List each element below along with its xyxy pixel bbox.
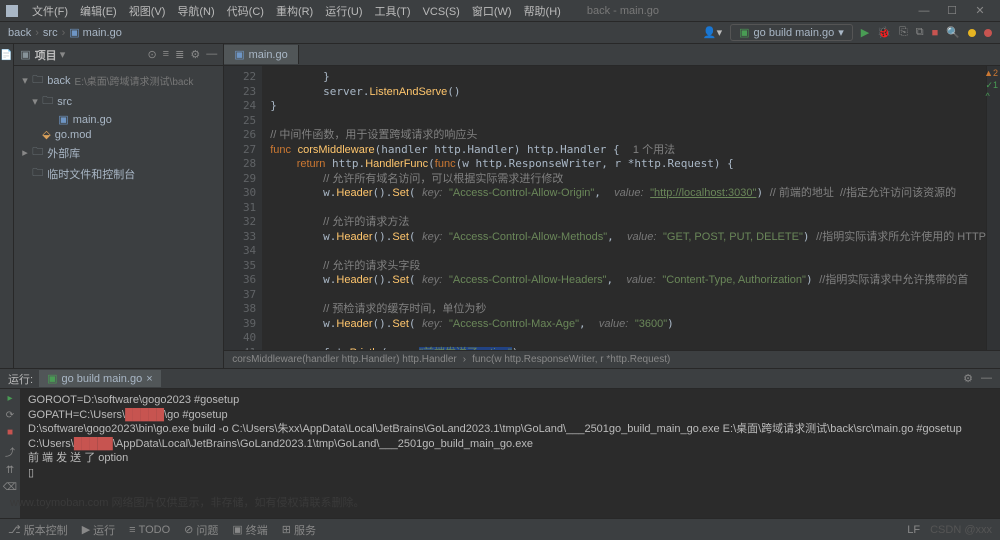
menu-item[interactable]: 导航(N) <box>171 6 220 18</box>
menu-item[interactable]: 编辑(E) <box>74 6 123 18</box>
run-config-label: go build main.go <box>754 27 835 39</box>
status-bar: ⎇ 版本控制 ▶ 运行 ≡ TODO ⊘ 问题 ▣ 终端 ⊞ 服务 LF CSD… <box>0 518 1000 540</box>
menu-item[interactable]: VCS(S) <box>417 6 466 18</box>
minimize-button[interactable]: — <box>910 5 938 17</box>
pane-title: 项目 <box>35 47 57 63</box>
tree-node[interactable]: ▾🗀src <box>14 91 223 112</box>
user-icon[interactable]: 👤▾ <box>703 26 722 39</box>
passed-badge[interactable]: ✓1 ^ <box>985 80 998 101</box>
run-icon: ▣ <box>739 26 749 39</box>
stop-button[interactable]: ■ <box>7 427 13 438</box>
error-stripe[interactable]: ▲2 ✓1 ^ <box>986 66 1000 350</box>
app-logo <box>6 5 18 17</box>
tab-label: main.go <box>249 49 288 61</box>
watermark: CSDN @xxx <box>930 524 992 536</box>
run-tool-window: 运行: ▣ go build main.go × ⚙ — ▸ ⟳ ■ ⤴ ⇈ ⌫… <box>0 368 1000 518</box>
search-everywhere-button[interactable]: 🔍 <box>946 26 960 39</box>
run-toolbar: ▸ ⟳ ■ ⤴ ⇈ ⌫ <box>0 389 20 518</box>
update-badge[interactable] <box>968 29 976 37</box>
stop-button[interactable]: ■ <box>932 27 939 39</box>
attach-button[interactable]: ⟳ <box>6 410 14 421</box>
vcs-tool-button[interactable]: ⎇ 版本控制 <box>8 522 68 538</box>
close-icon[interactable]: × <box>146 373 152 385</box>
hide-icon[interactable]: — <box>206 48 217 61</box>
warnings-badge[interactable]: ▲2 <box>984 68 998 78</box>
code-breadcrumb: corsMiddleware(handler http.Handler) htt… <box>224 350 1000 368</box>
run-button[interactable]: ▶ <box>861 26 869 39</box>
exit-button[interactable]: ⤴ <box>5 444 15 459</box>
code-editor[interactable]: } server.ListenAndServe() } // 中间件函数，用于设… <box>262 66 986 350</box>
run-tool-button[interactable]: ▶ 运行 <box>82 522 115 538</box>
breadcrumb-part[interactable]: main.go <box>83 27 122 39</box>
run-tab[interactable]: ▣ go build main.go × <box>39 370 161 387</box>
run-label: 运行: <box>8 371 33 387</box>
project-tree[interactable]: ▾🗀backE:\桌面\跨域请求测试\back▾🗀src▣main.go⬙go.… <box>14 66 223 188</box>
chevron-down-icon[interactable]: ▾ <box>60 48 66 61</box>
debug-button[interactable]: 🐞 <box>877 26 891 39</box>
menu-item[interactable]: 代码(C) <box>221 6 270 18</box>
project-tool-window: ▣ 项目 ▾ ⊙ ≡ ≣ ⚙ — ▾🗀backE:\桌面\跨域请求测试\back… <box>14 44 224 368</box>
tree-node[interactable]: ▣main.go <box>14 112 223 127</box>
menu-item[interactable]: 运行(U) <box>319 6 368 18</box>
menu-item[interactable]: 工具(T) <box>369 6 417 18</box>
menu-item[interactable]: 文件(F) <box>26 6 74 18</box>
left-toolbar: 📄 <box>0 44 14 368</box>
problems-tool-button[interactable]: ⊘ 问题 <box>184 522 218 538</box>
menu-item[interactable]: 窗口(W) <box>466 6 518 18</box>
collapse-all-icon[interactable]: ≣ <box>175 48 184 61</box>
project-tool-button[interactable]: 📄 <box>0 50 12 61</box>
run-icon: ▣ <box>47 372 57 385</box>
select-opened-file-icon[interactable]: ⊙ <box>147 48 156 61</box>
rerun-button[interactable]: ▸ <box>7 393 12 404</box>
breadcrumb-func[interactable]: corsMiddleware(handler http.Handler) htt… <box>232 354 457 365</box>
line-separator[interactable]: LF <box>907 524 920 536</box>
chevron-down-icon: ▾ <box>838 26 844 39</box>
tree-node[interactable]: ▾🗀backE:\桌面\跨域请求测试\back <box>14 70 223 91</box>
folder-icon: ▣ <box>20 48 30 61</box>
run-config-selector[interactable]: ▣ go build main.go ▾ <box>730 24 853 41</box>
expand-all-icon[interactable]: ≡ <box>163 48 169 61</box>
line-number-gutter[interactable]: 2223242526272829303132333435363738394041… <box>224 66 262 350</box>
menu-item[interactable]: 帮助(H) <box>518 6 567 18</box>
services-tool-button[interactable]: ⊞ 服务 <box>282 522 316 538</box>
trash-button[interactable]: ⌫ <box>3 482 17 493</box>
navigation-bar: back › src › ▣ main.go 👤▾ ▣ go build mai… <box>0 22 1000 44</box>
menu-item[interactable]: 视图(V) <box>123 6 172 18</box>
tree-node[interactable]: ⬙go.mod <box>14 127 223 142</box>
profile-button[interactable]: ⧉ <box>916 26 924 39</box>
close-button[interactable]: ✕ <box>966 4 994 17</box>
menubar: 文件(F)编辑(E)视图(V)导航(N)代码(C)重构(R)运行(U)工具(T)… <box>0 0 1000 22</box>
menu-item[interactable]: 重构(R) <box>270 6 319 18</box>
editor-tab[interactable]: ▣ main.go <box>224 45 299 64</box>
terminal-tool-button[interactable]: ▣ 终端 <box>232 522 267 538</box>
tree-node[interactable]: 🗀临时文件和控制台 <box>14 163 223 184</box>
window-title: back - main.go <box>587 5 659 17</box>
todo-tool-button[interactable]: ≡ TODO <box>129 524 170 536</box>
breadcrumb-part[interactable]: back <box>8 27 31 39</box>
console-output[interactable]: GOROOT=D:\software\gogo2023 #gosetupGOPA… <box>20 389 1000 518</box>
breadcrumb-part[interactable]: src <box>43 27 58 39</box>
up-button[interactable]: ⇈ <box>6 465 14 476</box>
hide-icon[interactable]: — <box>981 372 992 385</box>
coverage-button[interactable]: ⎘ <box>899 26 908 39</box>
settings-icon[interactable]: ⚙ <box>190 48 200 61</box>
tree-node[interactable]: ▸🗀外部库 <box>14 142 223 163</box>
run-tab-label: go build main.go <box>61 373 142 385</box>
breadcrumb-func[interactable]: func(w http.ResponseWriter, r *http.Requ… <box>472 354 670 365</box>
editor-tabs: ▣ main.go <box>224 44 1000 66</box>
go-file-icon: ▣ <box>234 48 244 61</box>
go-file-icon: ▣ <box>69 26 79 39</box>
notification-badge[interactable] <box>984 29 992 37</box>
settings-icon[interactable]: ⚙ <box>963 372 973 385</box>
maximize-button[interactable]: ☐ <box>938 4 966 17</box>
